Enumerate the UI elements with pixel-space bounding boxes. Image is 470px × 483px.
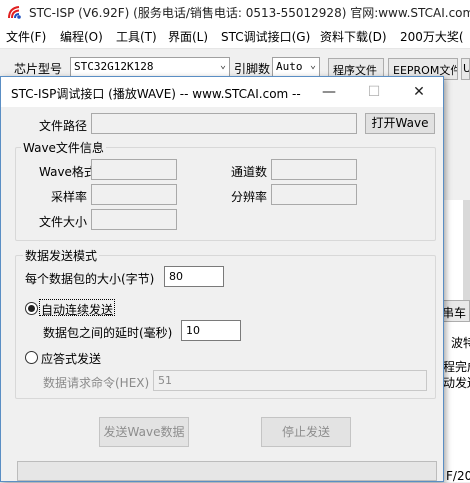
chevron-down-icon: ⌄ <box>219 60 226 71</box>
wave-format-label: Wave格式 <box>39 165 96 179</box>
send-wave-button[interactable]: 发送Wave数据 <box>99 417 189 447</box>
send-mode-group-title: 数据发送模式 <box>23 247 100 264</box>
extra-tab[interactable]: U <box>461 58 470 80</box>
menu-downloads[interactable]: 资料下载(D) <box>320 28 387 45</box>
dialog-title: STC-ISP调试接口 (播放WAVE) -- www.STCAI.com -- <box>11 87 301 101</box>
resolution-field <box>271 184 357 205</box>
packet-delay-input[interactable]: 10 <box>181 320 241 341</box>
main-window-titlebar: STC-ISP (V6.92F) (服务电话/销售电话: 0513-550129… <box>0 0 470 24</box>
pin-count-label: 引脚数 <box>234 62 271 76</box>
minimize-icon[interactable]: — <box>307 77 351 107</box>
reply-send-label[interactable]: 应答式发送 <box>41 350 101 367</box>
chip-model-label: 芯片型号 <box>14 62 63 76</box>
sample-rate-label: 采样率 <box>51 190 88 204</box>
chip-model-select[interactable]: STC32G12K128 ⌄ <box>70 57 230 77</box>
dialog-titlebar[interactable]: STC-ISP调试接口 (播放WAVE) -- www.STCAI.com --… <box>1 77 443 107</box>
pin-count-value: Auto <box>276 60 303 73</box>
wave-player-dialog: STC-ISP调试接口 (播放WAVE) -- www.STCAI.com --… <box>0 76 444 482</box>
packet-size-label: 每个数据包的大小(字节) <box>25 272 155 286</box>
open-wave-button[interactable]: 打开Wave <box>365 113 435 134</box>
packet-delay-label: 数据包之间的延时(毫秒) <box>43 326 173 340</box>
resolution-label: 分辨率 <box>231 190 268 204</box>
status-fragment-2: 动发送 <box>443 376 470 390</box>
menu-file[interactable]: 文件(F) <box>6 28 46 45</box>
stc-logo-icon <box>7 4 24 20</box>
file-size-field <box>91 209 177 230</box>
send-progress-bar <box>17 461 437 481</box>
main-window-title: STC-ISP (V6.92F) (服务电话/销售电话: 0513-550129… <box>29 6 470 20</box>
file-size-label: 文件大小 <box>39 215 88 229</box>
stop-send-button[interactable]: 停止发送 <box>261 417 351 447</box>
file-path-field[interactable] <box>91 113 357 134</box>
request-cmd-input: 51 <box>153 370 427 391</box>
baud-label-fragment: 波特 <box>451 336 470 350</box>
status-fragment-1: 程完成 <box>443 360 470 374</box>
file-path-label: 文件路径 <box>39 119 88 133</box>
auto-send-radio[interactable] <box>25 302 38 315</box>
chevron-down-icon: ⌄ <box>309 60 316 71</box>
menu-tools[interactable]: 工具(T) <box>116 28 157 45</box>
pin-count-select[interactable]: Auto ⌄ <box>272 57 320 77</box>
channels-label: 通道数 <box>231 165 268 179</box>
auto-send-label[interactable]: 自动连续发送 <box>41 301 113 318</box>
request-cmd-label: 数据请求命令(HEX) <box>43 376 150 390</box>
chip-model-value: STC32G12K128 <box>74 60 154 73</box>
background-scroll-strip <box>463 200 470 300</box>
bottom-fragment: F/20 <box>446 469 470 483</box>
background-tab-label: 串车 <box>442 306 467 320</box>
menu-stc-debug[interactable]: STC调试接口(G) <box>221 28 310 45</box>
wave-info-group-title: Wave文件信息 <box>21 139 106 156</box>
packet-size-input[interactable]: 80 <box>164 266 224 287</box>
channels-field <box>271 159 357 180</box>
menu-prize[interactable]: 200万大奖( <box>400 28 464 45</box>
menu-interface[interactable]: 界面(L) <box>168 28 208 45</box>
menu-program[interactable]: 编程(O) <box>60 28 103 45</box>
wave-format-field <box>91 159 177 180</box>
menu-bar: 文件(F) 编程(O) 工具(T) 界面(L) STC调试接口(G) 资料下载(… <box>0 24 470 49</box>
maximize-icon: ☐ <box>367 84 381 100</box>
close-icon[interactable]: ✕ <box>397 77 441 107</box>
sample-rate-field <box>91 184 177 205</box>
reply-send-radio[interactable] <box>25 351 38 364</box>
